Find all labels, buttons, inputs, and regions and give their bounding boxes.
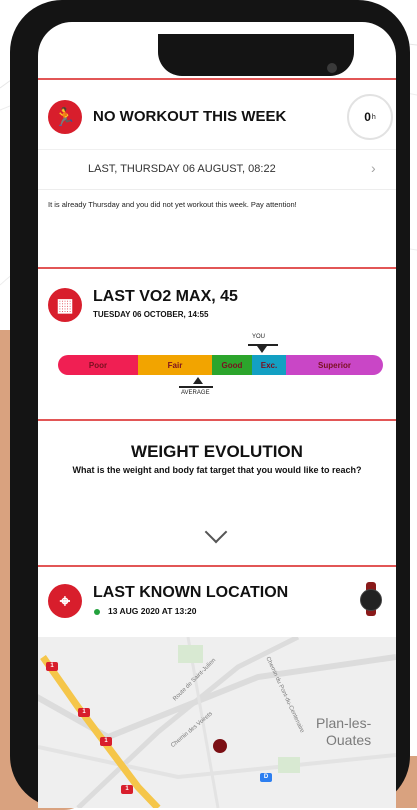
segment-fair-label: Fair: [167, 360, 183, 370]
segment-superior-label: Superior: [318, 360, 351, 370]
progress-unit: h: [371, 113, 376, 121]
workout-message: It is already Thursday and you did not y…: [48, 200, 297, 209]
vo2-chart-icon: ▦: [48, 288, 82, 322]
segment-poor-label: Poor: [88, 360, 108, 370]
vo2-segment-fair: Fair: [138, 355, 212, 375]
last-workout-row[interactable]: LAST, THURSDAY 06 AUGUST, 08:22 ›: [38, 150, 396, 188]
map[interactable]: Route de Saint-Julien Chemin des Voirets…: [38, 637, 396, 808]
row-divider: [38, 189, 396, 190]
you-label: YOU: [252, 334, 266, 340]
watch-icon: [360, 582, 382, 616]
last-workout-date: LAST, THURSDAY 06 AUGUST, 08:22: [88, 163, 276, 175]
vo2-scale-bar: Poor Fair Good Exc. Superior: [58, 355, 383, 375]
workout-progress[interactable]: 0h: [347, 94, 393, 140]
route-marker-3: 1: [100, 737, 112, 746]
chevron-down-icon[interactable]: [204, 520, 228, 544]
chevron-right-icon: ›: [371, 160, 376, 176]
route-marker-4: 1: [121, 785, 133, 794]
vo2-date: TUESDAY 06 OCTOBER, 14:55: [93, 310, 209, 319]
status-dot: [94, 609, 100, 615]
average-label: AVERAGE: [181, 390, 210, 396]
location-pin-icon: ⌖: [48, 584, 82, 618]
vo2-title: LAST VO2 MAX, 45: [93, 288, 238, 305]
weight-title: WEIGHT EVOLUTION: [131, 442, 303, 461]
weight-subtitle: What is the weight and body fat target t…: [72, 465, 362, 475]
screen: 🏃 NO WORKOUT THIS WEEK 0h LAST, THURSDAY…: [38, 22, 396, 808]
you-pointer: [257, 346, 267, 353]
place-name-line2: Ouates: [326, 732, 372, 748]
weight-divider: [38, 419, 396, 421]
segment-good-label: Good: [221, 360, 243, 370]
progress-value: 0: [364, 110, 371, 124]
location-divider: [38, 565, 396, 567]
workout-title: NO WORKOUT THIS WEEK: [93, 108, 287, 125]
camera-notch: [158, 34, 354, 76]
vo2-segment-poor: Poor: [58, 355, 138, 375]
vo2-segment-superior: Superior: [286, 355, 383, 375]
vo2-divider: [38, 267, 396, 269]
workout-icon: 🏃: [48, 100, 82, 134]
location-date: 13 AUG 2020 AT 13:20: [108, 606, 197, 616]
segment-excellent-label: Exc.: [260, 360, 278, 370]
location-title: LAST KNOWN LOCATION: [93, 584, 289, 601]
top-divider: [38, 78, 396, 80]
vo2-segment-good: Good: [212, 355, 252, 375]
place-name-line1: Plan-les-: [316, 715, 372, 731]
vo2-segment-excellent: Exc.: [252, 355, 286, 375]
location-dot[interactable]: [213, 739, 227, 753]
front-camera-icon: [327, 63, 337, 73]
route-marker-1: 1: [46, 662, 58, 671]
route-marker-2: 1: [78, 708, 90, 717]
transit-marker: D: [260, 773, 272, 782]
average-pointer: [193, 377, 203, 384]
average-marker: [179, 386, 213, 388]
